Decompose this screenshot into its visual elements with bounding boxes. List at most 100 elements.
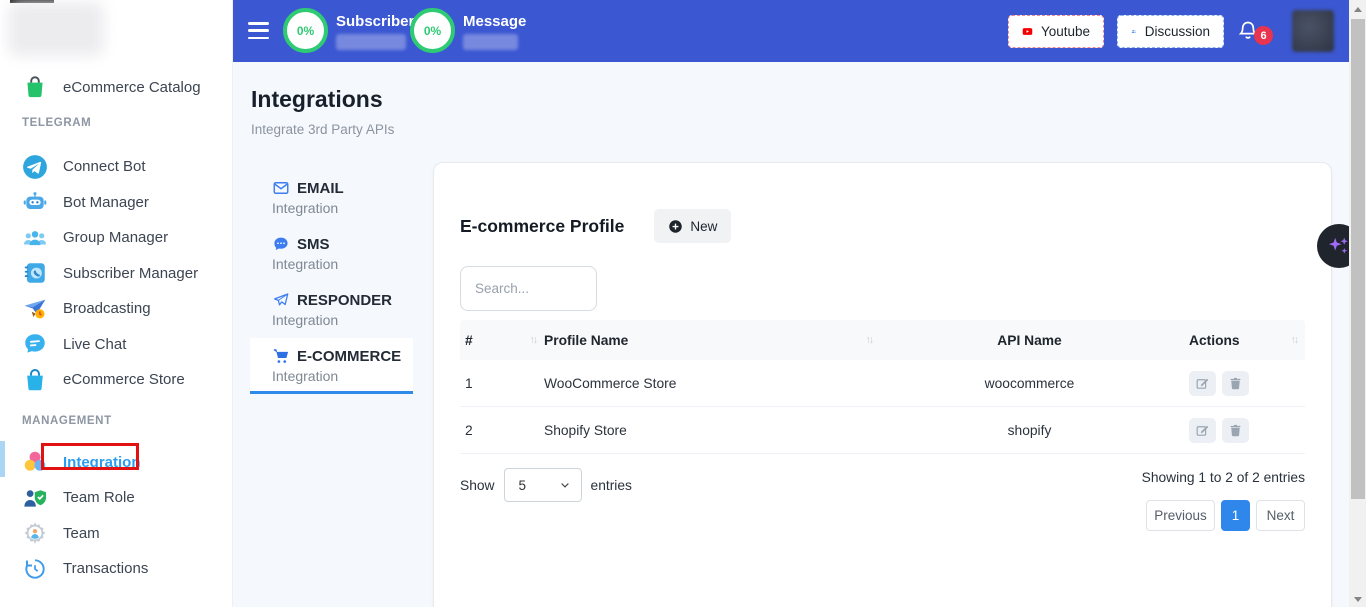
subnav-title: RESPONDER — [297, 292, 392, 309]
table-header-row: # ↑↓ Profile Name ↑↓ API Name Actions ↑↓ — [460, 320, 1305, 360]
previous-page-button[interactable]: Previous — [1146, 500, 1215, 531]
users-icon — [1131, 23, 1137, 40]
row-number: 2 — [465, 423, 473, 438]
edit-icon — [1195, 423, 1210, 438]
new-button[interactable]: New — [654, 209, 731, 243]
subnav-title: EMAIL — [297, 180, 344, 197]
chevron-down-icon — [559, 479, 571, 491]
sidebar-item-label: Bot Manager — [63, 194, 149, 211]
row-number: 1 — [465, 376, 473, 391]
paper-plane-icon — [272, 291, 290, 309]
sidebar-item-label: Integration — [63, 454, 141, 471]
subscriber-stat: 0% Subscriber — [283, 8, 414, 53]
next-page-button[interactable]: Next — [1256, 500, 1305, 531]
message-stat-value-blurred — [463, 34, 518, 50]
trash-icon — [1228, 376, 1243, 391]
trash-icon — [1228, 423, 1243, 438]
edit-button[interactable] — [1189, 418, 1216, 443]
sidebar-item-label: Connect Bot — [63, 158, 146, 175]
telegram-icon — [22, 154, 48, 180]
sidebar-item-team-role[interactable]: Team Role — [0, 480, 232, 516]
vertical-scrollbar[interactable] — [1349, 0, 1366, 607]
sidebar-item-label: Subscriber Manager — [63, 265, 198, 282]
sort-icon[interactable]: ↑↓ — [866, 334, 881, 346]
subscriber-stat-label: Subscriber — [336, 13, 414, 30]
panel-title: E-commerce Profile — [460, 216, 624, 237]
page-size-select[interactable]: 5 — [504, 468, 582, 502]
sidebar-item-label: Transactions — [63, 560, 148, 577]
sort-icon[interactable]: ↑↓ — [1291, 334, 1306, 346]
sidebar-item-broadcasting[interactable]: Broadcasting — [0, 291, 232, 327]
scrollbar-up-arrow-icon[interactable] — [1354, 7, 1362, 12]
integration-circles-icon — [22, 449, 48, 475]
sidebar-item-live-chat[interactable]: Live Chat — [0, 327, 232, 363]
sidebar-item-ecommerce-store[interactable]: eCommerce Store — [0, 362, 232, 398]
sidebar-item-team[interactable]: Team — [0, 516, 232, 552]
sidebar-item-bot-manager[interactable]: Bot Manager — [0, 185, 232, 221]
sms-bubble-icon — [272, 235, 290, 253]
sidebar-item-label: eCommerce Catalog — [63, 79, 201, 96]
sidebar: eCommerce Catalog TELEGRAM Connect Bot B… — [0, 0, 233, 607]
profile-name-cell: WooCommerce Store — [544, 376, 676, 391]
plus-circle-icon — [668, 219, 683, 234]
active-item-indicator — [0, 441, 5, 477]
subnav-item-ecommerce[interactable]: E-COMMERCE Integration — [250, 338, 413, 394]
youtube-button[interactable]: Youtube — [1008, 15, 1104, 48]
hamburger-menu-icon[interactable] — [248, 22, 269, 39]
envelope-icon — [272, 179, 290, 197]
delete-button[interactable] — [1222, 371, 1249, 396]
current-page-button[interactable]: 1 — [1221, 500, 1250, 531]
sidebar-item-transactions[interactable]: Transactions — [0, 551, 232, 587]
delete-button[interactable] — [1222, 418, 1249, 443]
subscriber-progress-ring: 0% — [283, 8, 328, 53]
column-header-actions[interactable]: Actions — [1189, 333, 1240, 348]
discussion-button[interactable]: Discussion — [1117, 15, 1224, 48]
subnav-subtitle: Integration — [272, 200, 413, 216]
column-header-api-name[interactable]: API Name — [880, 333, 1179, 348]
topbar: 0% Subscriber 0% Message Youtube Discuss… — [233, 0, 1349, 62]
sidebar-item-group-manager[interactable]: Group Manager — [0, 220, 232, 256]
notification-count-badge[interactable]: 6 — [1254, 26, 1273, 45]
ecommerce-profile-card: E-commerce Profile New # ↑↓ Profile Name… — [433, 162, 1332, 607]
column-header-num[interactable]: # — [465, 333, 473, 348]
sidebar-item-integration[interactable]: Integration — [0, 445, 232, 481]
user-avatar-blurred[interactable] — [1292, 10, 1334, 52]
sidebar-item-label: Team Role — [63, 489, 135, 506]
broadcast-icon — [22, 296, 48, 322]
subnav-item-responder[interactable]: RESPONDER Integration — [250, 282, 413, 338]
scrollbar-thumb[interactable] — [1351, 19, 1365, 499]
page-size-value: 5 — [519, 478, 527, 493]
edit-icon — [1195, 376, 1210, 391]
sidebar-item-ecommerce-catalog[interactable]: eCommerce Catalog — [0, 72, 232, 102]
subnav-subtitle: Integration — [272, 256, 413, 272]
pagination: Previous 1 Next — [1146, 500, 1305, 531]
discussion-button-label: Discussion — [1145, 24, 1210, 39]
edit-button[interactable] — [1189, 371, 1216, 396]
subnav-subtitle: Integration — [272, 312, 413, 328]
chat-bubble-icon — [22, 331, 48, 357]
sidebar-section-telegram: TELEGRAM — [0, 114, 232, 132]
search-input[interactable] — [460, 266, 597, 311]
sidebar-item-label: Group Manager — [63, 229, 168, 246]
youtube-button-label: Youtube — [1041, 24, 1090, 39]
page-title: Integrations — [251, 86, 383, 113]
subnav-item-sms[interactable]: SMS Integration — [250, 226, 413, 282]
message-progress-ring: 0% — [410, 8, 455, 53]
scrollbar-down-arrow-icon[interactable] — [1354, 597, 1362, 602]
column-header-profile-name[interactable]: Profile Name — [544, 333, 628, 348]
api-name-cell: woocommerce — [880, 376, 1179, 391]
sidebar-item-subscriber-manager[interactable]: Subscriber Manager — [0, 256, 232, 292]
sidebar-item-label: Broadcasting — [63, 300, 151, 317]
sidebar-item-connect-bot[interactable]: Connect Bot — [0, 149, 232, 185]
green-bag-icon — [22, 74, 48, 100]
sort-icon[interactable]: ↑↓ — [530, 334, 545, 346]
sidebar-section-management: MANAGEMENT — [0, 412, 232, 430]
api-name-cell: shopify — [880, 423, 1179, 438]
message-stat-label: Message — [463, 13, 526, 30]
history-clock-icon — [22, 556, 48, 582]
group-icon — [22, 225, 48, 251]
cart-icon — [272, 347, 290, 365]
subnav-item-email[interactable]: EMAIL Integration — [250, 170, 413, 226]
profile-name-cell: Shopify Store — [544, 423, 627, 438]
table-summary: Showing 1 to 2 of 2 entries — [1142, 470, 1305, 485]
